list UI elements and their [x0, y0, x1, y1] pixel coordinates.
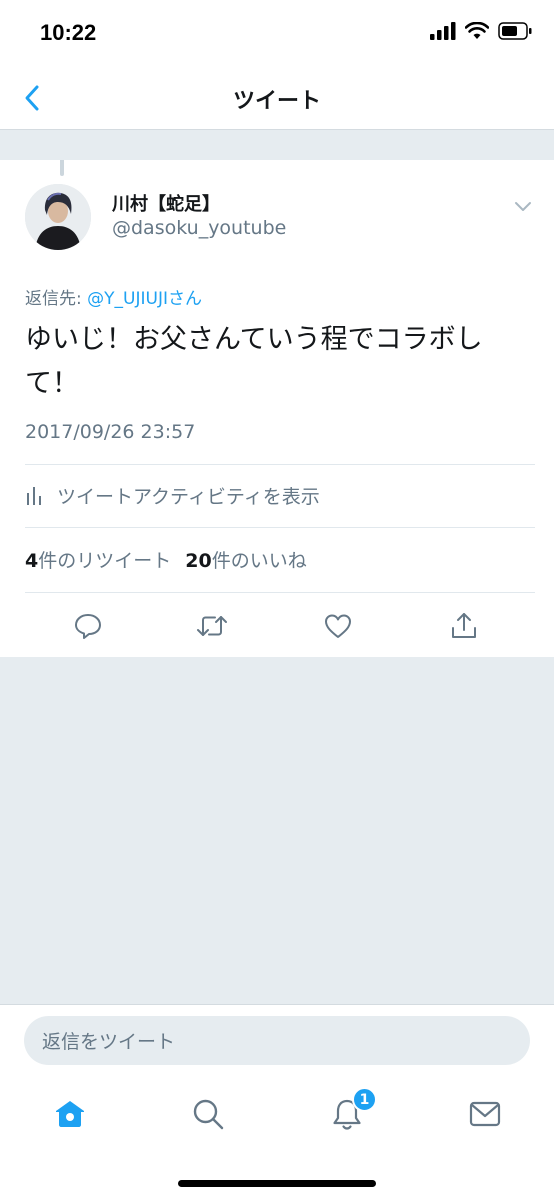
tab-home[interactable] [46, 1090, 94, 1138]
username[interactable]: @dasoku_youtube [112, 217, 286, 239]
tab-search[interactable] [184, 1090, 232, 1138]
status-time: 10:22 [40, 20, 97, 45]
status-icons [430, 22, 532, 40]
display-name[interactable]: 川村【蛇足】 [112, 190, 220, 216]
like-button[interactable] [316, 604, 360, 648]
likes-stat[interactable]: 20件のいいね [185, 546, 306, 573]
reply-mention: @Y_UJIUJI [87, 289, 168, 309]
share-icon [452, 613, 476, 638]
divider [25, 527, 535, 528]
retweets-count: 4 [25, 550, 39, 572]
reply-input[interactable]: 返信をツイート [24, 1016, 530, 1065]
retweets-label: 件のリツイート [38, 550, 172, 572]
stats-row: 4件のリツイート 20件のいいね [25, 546, 307, 573]
search-icon [193, 1099, 224, 1130]
divider [25, 464, 535, 465]
wifi-icon [465, 22, 489, 39]
caret-down-icon [515, 202, 531, 211]
signal-icon [430, 22, 456, 40]
divider [25, 592, 535, 593]
like-icon [325, 614, 351, 638]
likes-count: 20 [185, 550, 212, 572]
tweet-activity-link[interactable]: ツイートアクティビティを表示 [25, 480, 320, 510]
thread-line [60, 160, 64, 176]
status-bar: 10:22 [0, 0, 554, 66]
activity-chart-icon [27, 487, 41, 505]
home-icon [56, 1101, 84, 1127]
retweet-icon [197, 616, 227, 636]
tweet-options-button[interactable] [510, 196, 536, 216]
retweets-stat[interactable]: 4件のリツイート [25, 546, 171, 573]
activity-label: ツイートアクティビティを表示 [57, 485, 320, 508]
reply-prefix: 返信先: [25, 289, 82, 309]
tweet-text: ゆいじ！お父さんていう程でコラボして！ [25, 324, 483, 399]
reply-button[interactable] [66, 604, 110, 648]
page-title: ツイート [232, 89, 321, 114]
tab-messages[interactable] [461, 1090, 509, 1138]
tweet-actions [0, 604, 554, 648]
avatar-image [25, 184, 91, 250]
home-indicator [178, 1180, 376, 1187]
reply-placeholder: 返信をツイート [42, 1031, 176, 1053]
likes-label: 件のいいね [211, 550, 307, 572]
tweet-timestamp: 2017/09/26 23:57 [25, 421, 196, 443]
battery-icon [498, 22, 532, 40]
reply-icon [75, 614, 101, 639]
retweet-button[interactable] [190, 604, 234, 648]
avatar[interactable] [25, 184, 91, 250]
reply-suffix: さん [167, 289, 202, 309]
reply-context: 返信先: @Y_UJIUJIさん [25, 284, 202, 309]
notifications-badge: 1 [352, 1087, 377, 1112]
messages-icon [469, 1101, 501, 1127]
share-button[interactable] [442, 604, 486, 648]
reply-mention-link[interactable]: @Y_UJIUJIさん [87, 289, 202, 309]
nav-bar: ツイート [0, 66, 554, 130]
